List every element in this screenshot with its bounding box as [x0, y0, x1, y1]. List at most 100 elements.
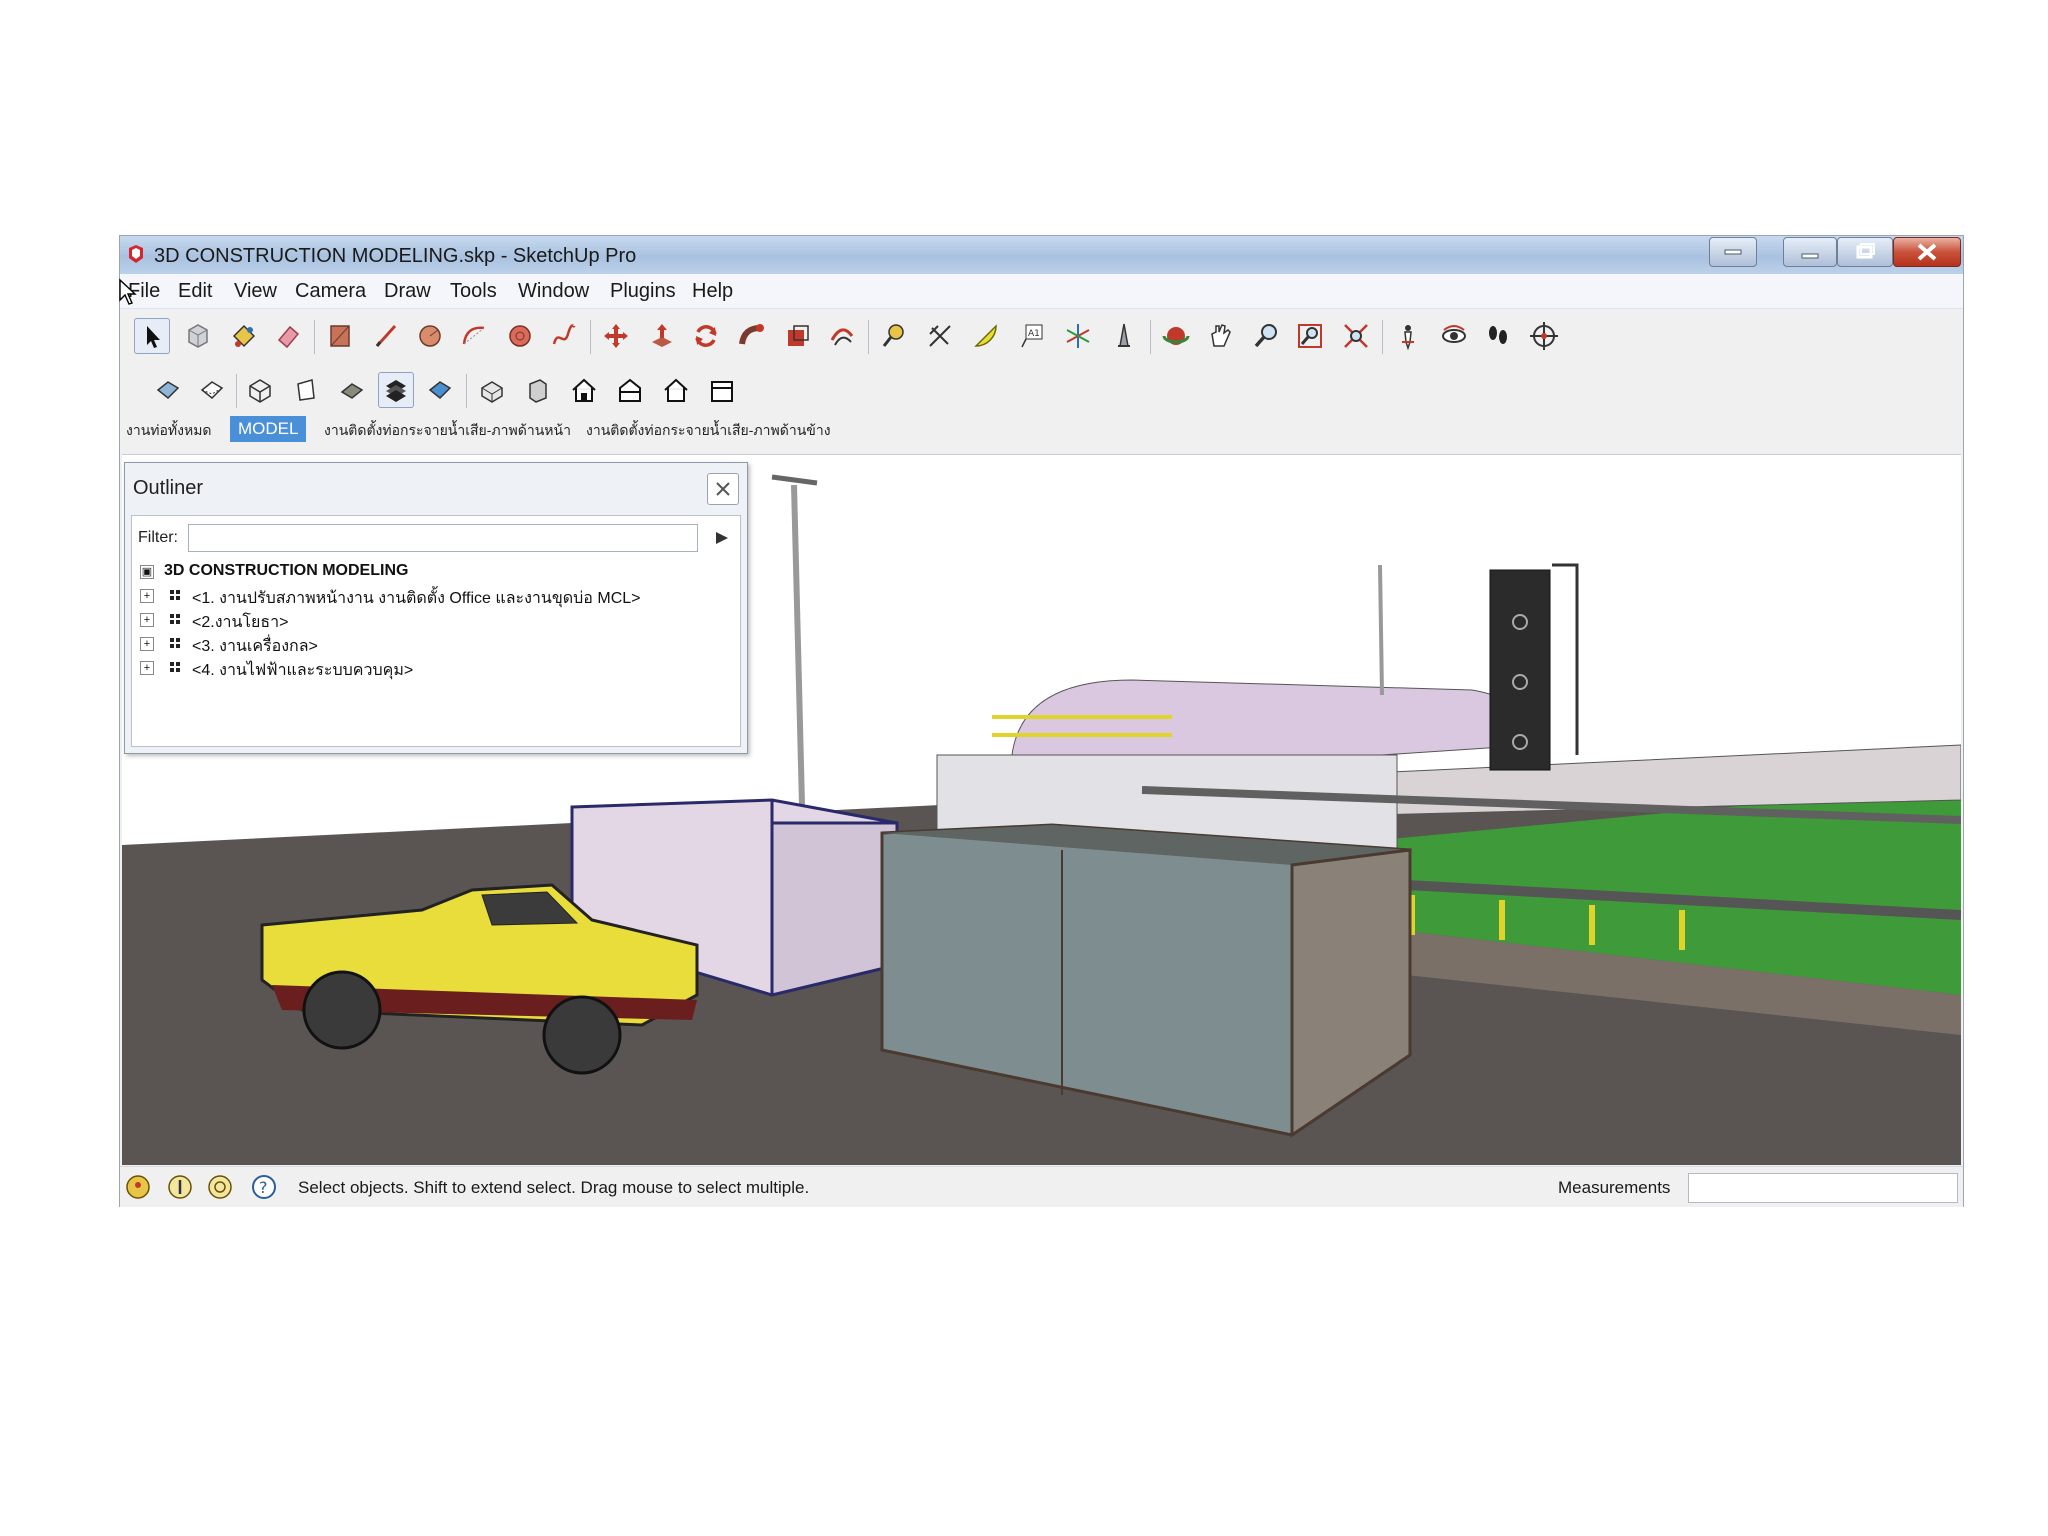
position-camera-icon[interactable] — [1390, 318, 1426, 354]
menu-tools[interactable]: Tools — [450, 280, 497, 303]
section-plane-icon[interactable] — [1526, 318, 1562, 354]
rectangle-icon[interactable] — [322, 318, 358, 354]
tape-measure-icon[interactable] — [876, 318, 912, 354]
expand-icon[interactable]: + — [140, 661, 154, 675]
menu-help[interactable]: Help — [692, 280, 733, 303]
tree-item-civil[interactable]: + <2.งานโยธา> — [140, 608, 732, 632]
outliner-body: Filter: ▣ 3D CONSTRUCTION MODELING + <1.… — [131, 515, 741, 747]
top-view-icon[interactable] — [520, 372, 556, 408]
paint-bucket-icon[interactable] — [226, 318, 262, 354]
menu-bar: File Edit View Camera Draw Tools Window … — [119, 274, 1963, 309]
tree-item-mechanical[interactable]: + <3. งานเครื่องกล> — [140, 632, 732, 656]
tree-item-site-prep[interactable]: + <1. งานปรับสภาพหน้างาน งานติดตั้ง Offi… — [140, 584, 732, 608]
group-icon — [170, 638, 180, 648]
line-icon[interactable] — [368, 318, 404, 354]
measurements-label: Measurements — [1558, 1178, 1671, 1197]
outliner-tree: ▣ 3D CONSTRUCTION MODELING + <1. งานปรับ… — [140, 560, 732, 680]
tree-root[interactable]: ▣ 3D CONSTRUCTION MODELING — [140, 560, 732, 584]
minimize-button[interactable] — [1783, 237, 1837, 267]
window-title: 3D CONSTRUCTION MODELING.skp - SketchUp … — [154, 245, 637, 267]
filter-label: Filter: — [138, 529, 178, 546]
filter-arrow-icon[interactable] — [710, 526, 734, 550]
close-button[interactable] — [1893, 237, 1961, 267]
zoom-window-icon[interactable] — [1292, 318, 1328, 354]
xray-icon[interactable] — [150, 372, 186, 408]
shaded-icon[interactable] — [334, 372, 370, 408]
menu-draw[interactable]: Draw — [384, 280, 431, 303]
status-bar: ? Select objects. Shift to extend select… — [120, 1166, 1963, 1207]
iso-view-icon[interactable] — [474, 372, 510, 408]
svg-text:A1: A1 — [1028, 329, 1040, 339]
expand-icon[interactable]: + — [140, 637, 154, 651]
instructor-help-icon[interactable]: ? — [250, 1173, 278, 1201]
scene-tab-side[interactable]: งานติดตั้งท่อกระจายน้ำเสีย-ภาพด้านข้าง — [586, 420, 831, 442]
credits-icon[interactable] — [166, 1173, 194, 1201]
signin-icon[interactable] — [206, 1173, 234, 1201]
walk-icon[interactable] — [1480, 318, 1516, 354]
right-view-icon[interactable] — [612, 372, 648, 408]
orbit-icon[interactable] — [1158, 318, 1194, 354]
dimension-icon[interactable] — [922, 318, 958, 354]
menu-window[interactable]: Window — [518, 280, 589, 303]
outliner-close-button[interactable] — [707, 473, 739, 505]
sketchup-logo-icon — [129, 245, 143, 263]
axes-icon[interactable] — [1060, 318, 1096, 354]
push-pull-icon[interactable] — [644, 318, 680, 354]
back-view-icon[interactable] — [658, 372, 694, 408]
text-icon[interactable]: A1 — [1014, 318, 1050, 354]
protractor-icon[interactable] — [968, 318, 1004, 354]
polygon-icon[interactable] — [502, 318, 538, 354]
make-component-icon[interactable] — [180, 318, 216, 354]
group-icon — [170, 590, 180, 600]
zoom-extents-icon[interactable] — [1338, 318, 1374, 354]
geo-location-icon[interactable] — [124, 1173, 152, 1201]
scene-tab-all-pipes[interactable]: งานท่อทั้งหมด — [126, 420, 212, 442]
restore-button[interactable] — [1837, 237, 1893, 267]
expand-icon[interactable]: + — [140, 589, 154, 603]
pan-icon[interactable] — [1202, 318, 1238, 354]
menu-view[interactable]: View — [234, 280, 277, 303]
scene-tab-model[interactable]: MODEL — [230, 416, 307, 442]
circle-icon[interactable] — [412, 318, 448, 354]
scale-icon[interactable] — [780, 318, 816, 354]
left-view-icon[interactable] — [704, 372, 740, 408]
select-icon[interactable] — [134, 318, 170, 354]
view-toolbar — [150, 368, 910, 412]
wireframe-icon[interactable] — [242, 372, 278, 408]
freehand-icon[interactable] — [546, 318, 582, 354]
mouse-cursor-icon — [119, 278, 137, 305]
move-icon[interactable] — [598, 318, 634, 354]
svg-text:?: ? — [259, 1178, 268, 1197]
collapse-icon[interactable]: ▣ — [140, 565, 154, 579]
menu-plugins[interactable]: Plugins — [610, 280, 676, 303]
status-message: Select objects. Shift to extend select. … — [298, 1178, 810, 1197]
front-view-icon[interactable] — [566, 372, 602, 408]
monochrome-icon[interactable] — [422, 372, 458, 408]
follow-me-icon[interactable] — [734, 318, 770, 354]
menu-edit[interactable]: Edit — [178, 280, 212, 303]
main-toolbar: A1 — [130, 314, 1620, 360]
outliner-title: Outliner — [133, 477, 204, 499]
filter-input[interactable] — [188, 524, 698, 552]
zoom-icon[interactable] — [1248, 318, 1284, 354]
help-window-button[interactable] — [1709, 237, 1757, 267]
expand-icon[interactable]: + — [140, 613, 154, 627]
look-around-icon[interactable] — [1436, 318, 1472, 354]
back-edges-icon[interactable] — [194, 372, 230, 408]
group-icon — [170, 662, 180, 672]
shaded-textures-icon[interactable] — [378, 372, 414, 408]
title-bar: 3D CONSTRUCTION MODELING.skp - SketchUp … — [120, 236, 1963, 274]
hidden-line-icon[interactable] — [288, 372, 324, 408]
arc-icon[interactable] — [456, 318, 492, 354]
tree-item-electrical[interactable]: + <4. งานไฟฟ้าและระบบควบคุม> — [140, 656, 732, 680]
measurements-box[interactable] — [1688, 1173, 1958, 1203]
eraser-icon[interactable] — [270, 318, 306, 354]
sketchup-window: 3D CONSTRUCTION MODELING.skp - SketchUp … — [119, 236, 1963, 1207]
outliner-panel: Outliner Filter: ▣ 3D CONSTRUCTION MODEL… — [124, 462, 748, 754]
rotate-icon[interactable] — [688, 318, 724, 354]
menu-camera[interactable]: Camera — [295, 280, 366, 303]
close-icon — [716, 482, 730, 496]
scene-tab-front[interactable]: งานติดตั้งท่อกระจายน้ำเสีย-ภาพด้านหน้า — [324, 420, 571, 442]
3d-text-icon[interactable] — [1106, 318, 1142, 354]
offset-icon[interactable] — [824, 318, 860, 354]
